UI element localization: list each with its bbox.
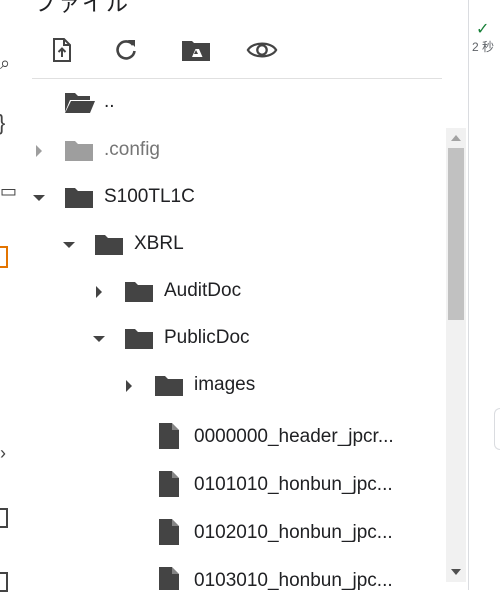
check-icon: ✓ [476,21,490,38]
tree-item-label: 0000000_header_jpcr... [194,426,394,447]
tree-item-xbrl[interactable]: XBRL [18,221,448,268]
code-arrow-icon[interactable]: › [0,444,6,462]
tree-item-file[interactable]: 0103010_honbun_jpc... [18,558,448,590]
file-icon [159,567,179,590]
visibility-icon [246,42,278,58]
tree-item-images[interactable]: images [18,362,448,409]
terminal-icon[interactable] [0,508,8,528]
chevron-down-icon[interactable] [60,236,78,254]
tree-item-label: .config [104,139,160,160]
tree-item-label: XBRL [134,233,184,254]
tree-item-label: .. [104,91,115,112]
chevron-right-icon[interactable] [30,142,48,160]
tree-item-auditdoc[interactable]: AuditDoc [18,268,448,315]
file-toolbar [32,30,442,79]
chevron-down-icon[interactable] [30,189,48,207]
search-icon[interactable]: ⌕ [0,54,10,72]
execution-status: ✓ 2 秒 [472,22,500,55]
tree-item-label: 0101010_honbun_jpc... [194,474,393,495]
folder-icon [125,282,153,302]
file-tree: .. .config S100TL1C XBRL AuditDoc Public… [18,80,466,590]
toggle-hidden-files-button[interactable] [246,34,278,66]
upload-file-icon [53,38,71,62]
folder-icon [125,329,153,349]
panel-divider[interactable] [468,0,469,590]
panel-title: ファイル [34,0,131,16]
tree-item-label: images [194,374,256,395]
file-tree-scrollbar[interactable] [446,128,466,582]
scroll-up-arrow-icon[interactable] [451,135,461,141]
upload-button[interactable] [46,34,78,66]
folder-icon [65,188,93,208]
folder-icon [95,235,123,255]
left-icon-rail: ⌕ } ▭ › [0,0,18,592]
key-icon[interactable]: ▭ [0,182,17,200]
side-tab-handle[interactable] [494,408,500,450]
refresh-button[interactable] [110,34,142,66]
folder-icon [65,141,93,161]
tree-item-label: 0103010_honbun_jpc... [194,570,393,590]
folder-open-icon [65,93,95,113]
chevron-right-icon[interactable] [90,283,108,301]
panel-icon[interactable] [0,572,8,592]
scroll-down-arrow-icon[interactable] [451,569,461,575]
tree-item-file[interactable]: 0102010_honbun_jpc... [18,510,448,557]
file-icon [159,519,179,545]
mount-drive-button[interactable] [180,34,212,66]
scrollbar-thumb[interactable] [448,148,464,320]
folder-icon [155,376,183,396]
drive-mount-icon [182,41,210,61]
execution-duration: 2 秒 [472,40,495,54]
tree-item-label: PublicDoc [164,327,250,348]
tree-item-publicdoc[interactable]: PublicDoc [18,315,448,362]
tree-item-file[interactable]: 0000000_header_jpcr... [18,414,448,461]
file-icon [159,423,179,449]
tree-item-parent[interactable]: .. [18,80,448,127]
tree-item-label: 0102010_honbun_jpc... [194,522,393,543]
tree-item-label: S100TL1C [104,186,195,207]
code-braces-icon[interactable]: } [0,112,5,134]
tree-item-label: AuditDoc [164,280,242,301]
folder-active-icon[interactable] [0,246,8,268]
tree-item-s100tl1c[interactable]: S100TL1C [18,174,448,221]
refresh-icon [116,40,136,60]
file-icon [159,471,179,497]
tree-item-file[interactable]: 0101010_honbun_jpc... [18,462,448,509]
tree-item-config[interactable]: .config [18,127,448,174]
chevron-right-icon[interactable] [120,377,138,395]
chevron-down-icon[interactable] [90,330,108,348]
